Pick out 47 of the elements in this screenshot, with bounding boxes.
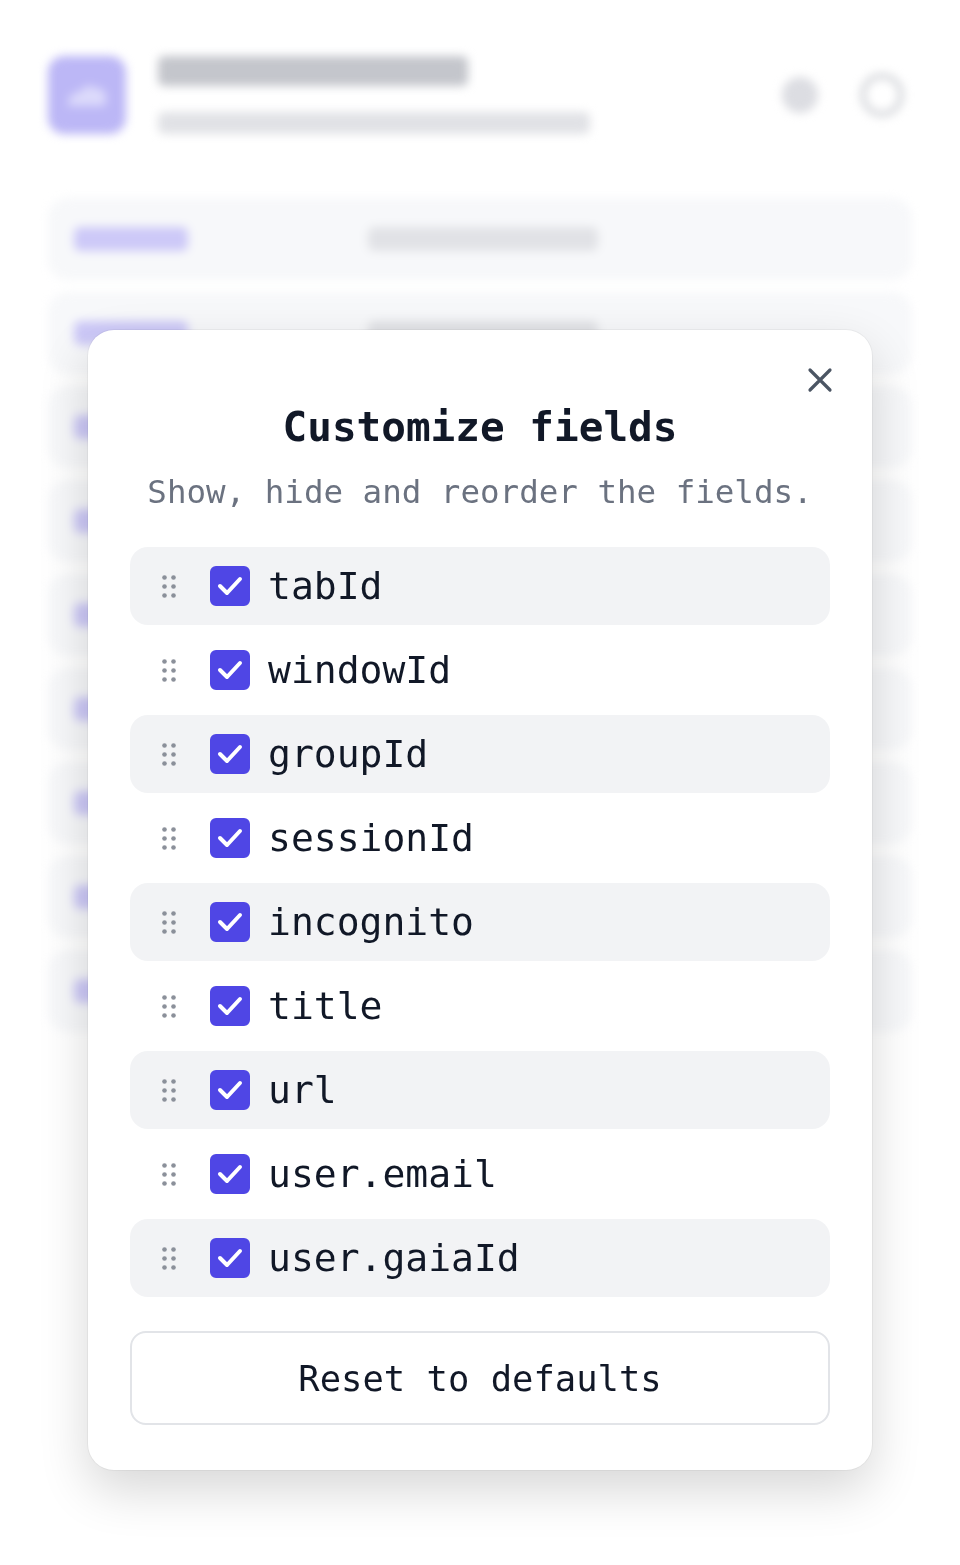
check-icon bbox=[217, 659, 243, 681]
field-label: title bbox=[268, 984, 383, 1028]
field-label: incognito bbox=[268, 900, 474, 944]
check-icon bbox=[217, 575, 243, 597]
circle-icon bbox=[780, 75, 820, 115]
drag-handle-icon[interactable] bbox=[162, 742, 176, 766]
field-label: user.email bbox=[268, 1152, 497, 1196]
field-row[interactable]: tabId bbox=[130, 547, 830, 625]
app-icon bbox=[48, 56, 126, 134]
field-row[interactable]: user.gaiaId bbox=[130, 1219, 830, 1297]
drag-handle-icon[interactable] bbox=[162, 1162, 176, 1186]
field-label: groupId bbox=[268, 732, 429, 776]
check-icon bbox=[217, 911, 243, 933]
field-row[interactable]: incognito bbox=[130, 883, 830, 961]
checkbox[interactable] bbox=[210, 818, 250, 858]
check-icon bbox=[217, 827, 243, 849]
drag-handle-icon[interactable] bbox=[162, 658, 176, 682]
close-icon bbox=[807, 367, 833, 393]
check-icon bbox=[217, 743, 243, 765]
field-row[interactable]: url bbox=[130, 1051, 830, 1129]
checkbox[interactable] bbox=[210, 1154, 250, 1194]
field-label: tabId bbox=[268, 564, 383, 608]
dialog-title: Customize fields bbox=[282, 403, 678, 451]
checkbox[interactable] bbox=[210, 986, 250, 1026]
checkbox[interactable] bbox=[210, 902, 250, 942]
checkbox[interactable] bbox=[210, 650, 250, 690]
field-label: windowId bbox=[268, 648, 452, 692]
checkbox[interactable] bbox=[210, 1070, 250, 1110]
checkbox[interactable] bbox=[210, 1238, 250, 1278]
check-icon bbox=[217, 1079, 243, 1101]
reset-button[interactable]: Reset to defaults bbox=[130, 1331, 830, 1425]
checkbox[interactable] bbox=[210, 734, 250, 774]
field-label: sessionId bbox=[268, 816, 474, 860]
drag-handle-icon[interactable] bbox=[162, 826, 176, 850]
check-icon bbox=[217, 995, 243, 1017]
field-label: url bbox=[268, 1068, 337, 1112]
drag-handle-icon[interactable] bbox=[162, 1246, 176, 1270]
field-row[interactable]: groupId bbox=[130, 715, 830, 793]
drag-handle-icon[interactable] bbox=[162, 994, 176, 1018]
drag-handle-icon[interactable] bbox=[162, 1078, 176, 1102]
checkbox[interactable] bbox=[210, 566, 250, 606]
dialog-subtitle: Show, hide and reorder the fields. bbox=[147, 473, 813, 511]
drag-handle-icon[interactable] bbox=[162, 910, 176, 934]
check-icon bbox=[217, 1247, 243, 1269]
check-icon bbox=[217, 1163, 243, 1185]
field-label: user.gaiaId bbox=[268, 1236, 520, 1280]
drag-handle-icon[interactable] bbox=[162, 574, 176, 598]
